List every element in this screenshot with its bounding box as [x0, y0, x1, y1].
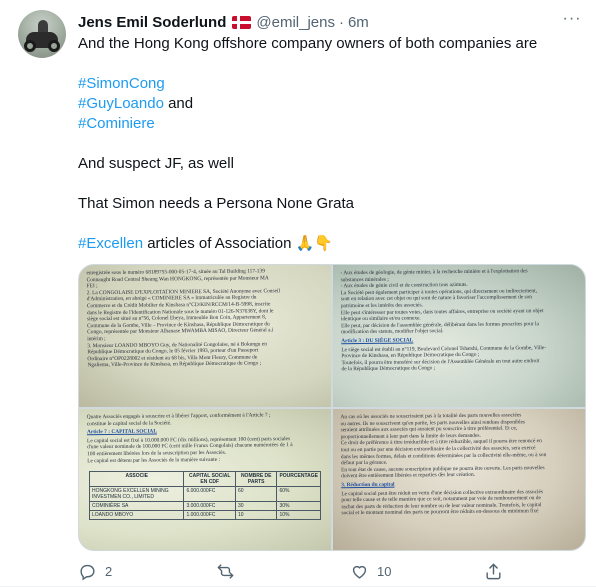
document-text: - Aux études de géologie, de génie minie…: [340, 268, 577, 373]
document-line: doivent être entièrement libérées et rep…: [341, 472, 476, 480]
table-header: POURCENTAGE: [276, 471, 321, 487]
table-cell: 30: [234, 501, 278, 511]
table-header: NOMBRE DE PARTS: [234, 471, 278, 487]
tweet[interactable]: Jens Emil Soderlund @emil_jens · 6m ··· …: [0, 0, 596, 587]
table-cell: 10%: [276, 510, 321, 520]
table-row: LOANDO MBOYO 1.000.000FC 10 10%: [88, 510, 321, 520]
table-row: HONGKONG EXCELLEN MINING INVESTMEN CO., …: [88, 486, 321, 502]
hashtag-cominiere[interactable]: #Cominiere: [78, 115, 155, 132]
table-cell: HONGKONG EXCELLEN MINING INVESTMEN CO., …: [88, 486, 185, 502]
heart-icon: [352, 565, 367, 579]
table-cell: 60: [234, 486, 278, 502]
persona-line: That Simon needs a Persona None Grata: [78, 195, 354, 212]
table-header: CAPITAL SOCIAL EN CDF: [183, 471, 236, 487]
document-line: social et le montant nominal des parts n…: [341, 508, 539, 517]
retweet-button[interactable]: [216, 560, 243, 582]
avatar[interactable]: [18, 10, 66, 58]
document-line: Ngaliema, Ville-Province de Kinshasa, en…: [87, 360, 262, 369]
and-text: and: [163, 95, 194, 112]
table-cell: 3.000.000FC: [183, 501, 236, 511]
table-cell: COMINIÈRE SA: [88, 501, 185, 511]
separator: ·: [338, 13, 344, 31]
photo-document-2[interactable]: - Aux études de géologie, de génie minie…: [333, 265, 585, 407]
denmark-flag-icon: [232, 15, 252, 29]
reply-button[interactable]: 2: [78, 560, 112, 582]
table-row: COMINIÈRE SA 3.000.000FC 30 30%: [88, 501, 321, 511]
table-cell: 6.000.000FC: [183, 486, 236, 502]
hashtag-excellen[interactable]: #Excellen: [78, 235, 143, 252]
retweet-icon: [217, 563, 234, 579]
photo-document-4[interactable]: Au cas où les associés ne souscriraient …: [333, 409, 585, 550]
tweet-text: And the Hong Kong offshore company owner…: [78, 34, 578, 254]
more-options-icon[interactable]: ···: [562, 11, 582, 32]
table-cell: 1.000.000FC: [183, 510, 236, 520]
document-heading: 3. Réduction du capital: [341, 481, 395, 489]
document-line: modification des statuts, modifier l'obj…: [341, 328, 444, 336]
table-cell: 60%: [276, 486, 321, 502]
avatar-wheel: [24, 40, 36, 52]
table-cell: 30%: [276, 501, 321, 511]
author-name[interactable]: Jens Emil Soderlund: [78, 14, 226, 31]
share-button[interactable]: [484, 560, 503, 582]
avatar-wheel: [48, 40, 60, 52]
hashtag-simoncong[interactable]: #SimonCong: [78, 75, 165, 92]
document-text: enregistrée sous le numéro 68189755-000-…: [86, 268, 323, 369]
reply-icon: [80, 564, 95, 580]
like-count: 10: [377, 563, 392, 579]
media-grid: enregistrée sous le numéro 68189755-000-…: [78, 264, 586, 551]
hashtag-guyloando[interactable]: #GuyLoando: [78, 95, 164, 112]
tweet-header: Jens Emil Soderlund @emil_jens · 6m: [78, 12, 369, 32]
document-heading: Article 3 : DU SIÈGE SOCIAL: [341, 337, 414, 345]
author-handle[interactable]: @emil_jens: [256, 14, 335, 31]
table-header: ASSOCIE: [88, 471, 185, 487]
table-cell: 10: [234, 510, 278, 520]
like-button[interactable]: 10: [350, 560, 391, 582]
photo-document-1[interactable]: enregistrée sous le numéro 68189755-000-…: [79, 265, 331, 407]
document-text: Au cas où les associés ne souscriraient …: [340, 412, 577, 517]
suspect-line: And suspect JF, as well: [78, 155, 234, 172]
share-icon: [486, 563, 501, 579]
shareholder-table: ASSOCIE CAPITAL SOCIAL EN CDF NOMBRE DE …: [88, 471, 321, 520]
tweet-actions: 2 10: [78, 560, 518, 582]
table-cell: LOANDO MBOYO: [88, 510, 185, 520]
reply-count: 2: [105, 563, 113, 579]
articles-text: articles of Association 🙏👇: [143, 235, 333, 252]
document-line: de la République Démocratique du Congo ;: [341, 365, 436, 373]
document-heading: Article 7 : CAPITAL SOCIAL: [86, 428, 157, 436]
timestamp[interactable]: 6m: [348, 14, 369, 31]
photo-document-3[interactable]: Quatre Associés engagés à souscrire et à…: [79, 409, 331, 550]
tweet-line: And the Hong Kong offshore company owner…: [78, 35, 538, 52]
document-text: Quatre Associés engagés à souscrire et à…: [87, 412, 324, 465]
